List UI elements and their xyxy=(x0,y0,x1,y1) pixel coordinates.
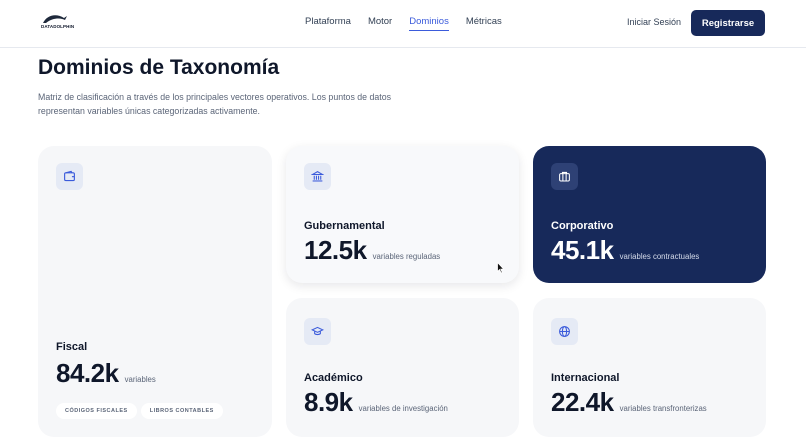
card-title: Académico xyxy=(304,372,363,384)
graduation-cap-icon xyxy=(304,318,331,345)
card-academico[interactable]: Académico 8.9k variables de investigació… xyxy=(286,298,519,437)
metric-row: 12.5k variables reguladas xyxy=(304,235,440,266)
page-description: Matriz de clasificación a través de los … xyxy=(38,92,392,116)
card-title: Gubernamental xyxy=(304,220,385,232)
brand-name: DATADOLPHIN xyxy=(41,24,75,29)
card-title: Corporativo xyxy=(551,220,614,232)
globe-icon xyxy=(551,318,578,345)
metric-value: 45.1k xyxy=(551,235,614,265)
card-gubernamental[interactable]: Gubernamental 12.5k variables reguladas xyxy=(286,146,519,283)
card-corporativo[interactable]: Corporativo 45.1k variables contractuale… xyxy=(533,146,766,283)
wallet-icon xyxy=(56,163,83,190)
bank-icon xyxy=(304,163,331,190)
briefcase-icon xyxy=(551,163,578,190)
card-fiscal[interactable]: Fiscal 84.2k variables xyxy=(38,146,272,437)
register-button[interactable]: Registrarse xyxy=(691,10,765,36)
main-nav: Plataforma Motor Dominios Métricas xyxy=(305,16,519,31)
fiscal-tags: CÓDIGOS FISCALES LIBROS CONTABLES xyxy=(56,403,227,419)
mouse-cursor-icon xyxy=(497,261,505,274)
page-title: Dominios de Taxonomía xyxy=(38,56,280,79)
nav-item-metricas[interactable]: Métricas xyxy=(466,16,502,31)
metric-unit: variables contractuales xyxy=(619,252,700,261)
metric-unit: variables transfronterizas xyxy=(619,404,707,413)
card-title: Internacional xyxy=(551,372,620,384)
tag-codigos-fiscales: CÓDIGOS FISCALES xyxy=(56,403,137,419)
metric-value: 84.2k xyxy=(56,358,119,388)
metric-value: 22.4k xyxy=(551,387,614,417)
login-link[interactable]: Iniciar Sesión xyxy=(627,17,681,27)
card-internacional[interactable]: Internacional 22.4k variables transfront… xyxy=(533,298,766,437)
metric-row: 22.4k variables transfronterizas xyxy=(551,387,707,418)
top-navbar: DATADOLPHIN Plataforma Motor Dominios Mé… xyxy=(0,0,806,48)
nav-item-plataforma[interactable]: Plataforma xyxy=(305,16,351,31)
metric-unit: variables xyxy=(124,375,156,384)
metric-value: 12.5k xyxy=(304,235,367,265)
metric-row: 84.2k variables xyxy=(56,358,156,389)
metric-row: 45.1k variables contractuales xyxy=(551,235,699,266)
metric-row: 8.9k variables de investigación xyxy=(304,387,448,418)
nav-item-motor[interactable]: Motor xyxy=(368,16,392,31)
dolphin-logo-icon[interactable] xyxy=(40,12,70,32)
metric-value: 8.9k xyxy=(304,387,353,417)
nav-item-dominios[interactable]: Dominios xyxy=(409,16,449,31)
card-title: Fiscal xyxy=(56,341,88,353)
metric-unit: variables reguladas xyxy=(372,252,441,261)
tag-libros-contables: LIBROS CONTABLES xyxy=(140,403,223,419)
metric-unit: variables de investigación xyxy=(358,404,448,413)
